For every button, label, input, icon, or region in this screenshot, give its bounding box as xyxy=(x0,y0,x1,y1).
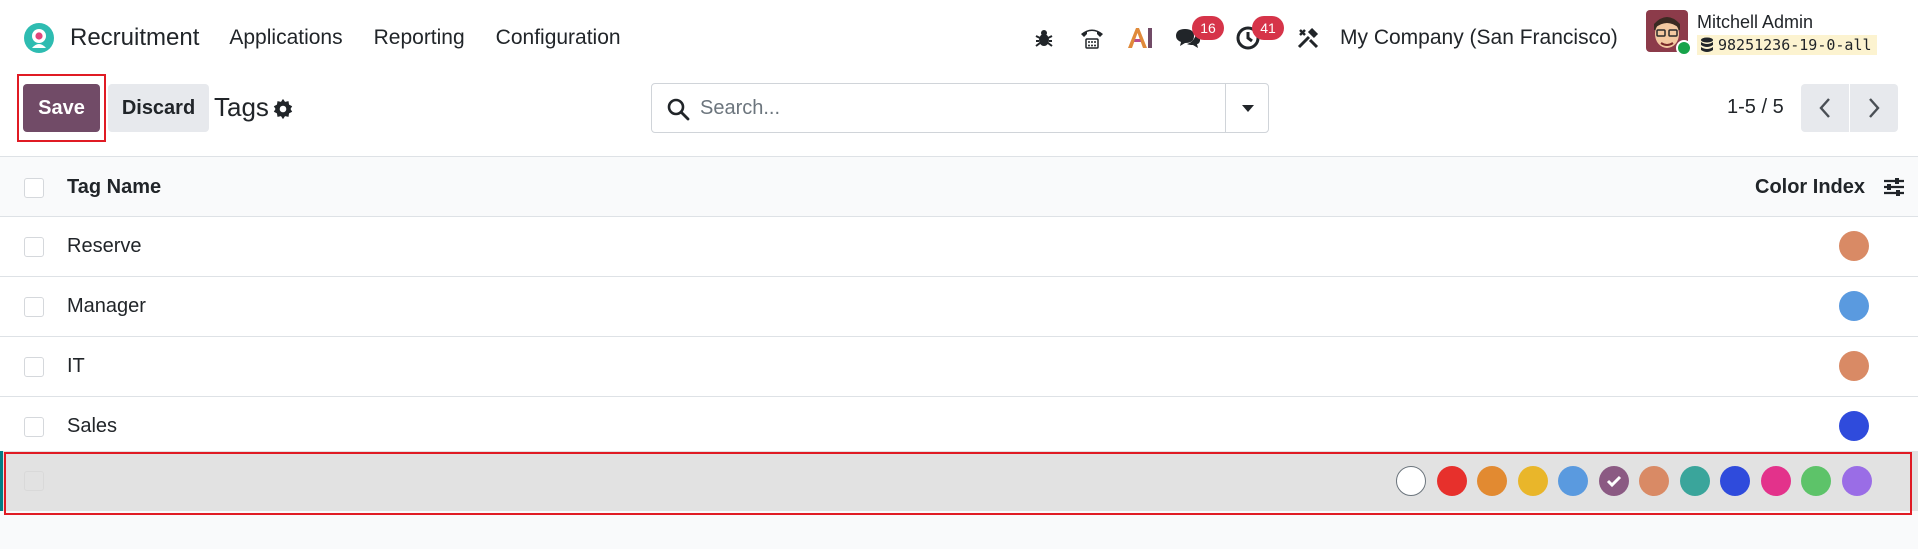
user-name: Mitchell Admin xyxy=(1697,12,1814,32)
recruitment-app-icon[interactable] xyxy=(22,21,56,55)
row-checkbox[interactable] xyxy=(24,417,44,437)
menu-reporting[interactable]: Reporting xyxy=(374,26,465,50)
table-row[interactable]: Reserve xyxy=(0,217,1918,277)
user-menu[interactable]: Mitchell Admin 98251236-19-0-all xyxy=(1646,10,1877,58)
main-menu: Applications Reporting Configuration xyxy=(229,26,651,50)
save-button[interactable]: Save xyxy=(23,84,100,132)
activity-badge: 41 xyxy=(1252,15,1284,40)
color-dot[interactable] xyxy=(1839,351,1869,381)
gear-icon[interactable] xyxy=(272,98,294,120)
color-dot[interactable] xyxy=(1839,291,1869,321)
debug-icon[interactable] xyxy=(1020,18,1068,58)
tag-name-cell[interactable]: IT xyxy=(67,355,85,378)
column-color-index[interactable]: Color Index xyxy=(1755,176,1865,199)
optional-columns-icon[interactable] xyxy=(1882,175,1906,199)
tag-name-cell[interactable]: Sales xyxy=(67,415,117,438)
column-tag-name[interactable]: Tag Name xyxy=(67,176,161,199)
tags-list: Tag Name Color Index Reserve Manager IT … xyxy=(0,158,1918,457)
pager-previous-button[interactable] xyxy=(1801,84,1849,132)
avatar[interactable] xyxy=(1646,10,1692,56)
database-icon xyxy=(1701,37,1713,52)
menu-applications[interactable]: Applications xyxy=(229,26,342,50)
search-input[interactable] xyxy=(700,85,1210,131)
table-row[interactable]: Sales xyxy=(0,397,1918,457)
table-row[interactable]: IT xyxy=(0,337,1918,397)
app-name[interactable]: Recruitment xyxy=(70,24,199,52)
caret-down-icon xyxy=(1241,105,1254,112)
tag-name-cell[interactable]: Manager xyxy=(67,295,146,318)
chevron-right-icon xyxy=(1869,98,1880,118)
page-title: Tags xyxy=(214,92,269,122)
top-navbar: Recruitment Applications Reporting Confi… xyxy=(0,0,1918,75)
color-dot[interactable] xyxy=(1839,231,1869,261)
pager-value[interactable]: 1-5 / 5 xyxy=(1727,96,1784,119)
row-checkbox[interactable] xyxy=(24,357,44,377)
app-brand[interactable]: Recruitment xyxy=(22,21,199,55)
database-tag: 98251236-19-0-all xyxy=(1697,35,1877,55)
pager-next-button[interactable] xyxy=(1850,84,1898,132)
user-info: Mitchell Admin 98251236-19-0-all xyxy=(1697,12,1877,58)
phone-icon[interactable] xyxy=(1068,18,1116,58)
menu-configuration[interactable]: Configuration xyxy=(496,26,621,50)
tools-icon[interactable] xyxy=(1284,18,1332,58)
select-all-checkbox[interactable] xyxy=(24,178,44,198)
presence-indicator xyxy=(1676,40,1692,56)
activity-icon[interactable]: 41 xyxy=(1224,15,1284,58)
company-switcher[interactable]: My Company (San Francisco) xyxy=(1340,26,1618,50)
color-dot[interactable] xyxy=(1839,411,1869,441)
search-icon xyxy=(667,98,690,121)
systray: 16 41 My Company (San Francisco) xyxy=(1020,0,1618,75)
list-header: Tag Name Color Index xyxy=(0,158,1918,217)
ai-icon[interactable] xyxy=(1116,18,1164,58)
table-row[interactable]: Manager xyxy=(0,277,1918,337)
edit-row-highlight xyxy=(4,452,1912,515)
row-checkbox[interactable] xyxy=(24,297,44,317)
discuss-icon[interactable]: 16 xyxy=(1164,15,1224,58)
row-checkbox[interactable] xyxy=(24,237,44,257)
discard-button[interactable]: Discard xyxy=(108,84,209,132)
search-bar xyxy=(651,83,1269,133)
search-options-toggle[interactable] xyxy=(1226,84,1269,132)
database-name: 98251236-19-0-all xyxy=(1718,36,1872,54)
chevron-left-icon xyxy=(1819,98,1830,118)
discuss-badge: 16 xyxy=(1192,15,1224,40)
tag-name-cell[interactable]: Reserve xyxy=(67,235,141,258)
